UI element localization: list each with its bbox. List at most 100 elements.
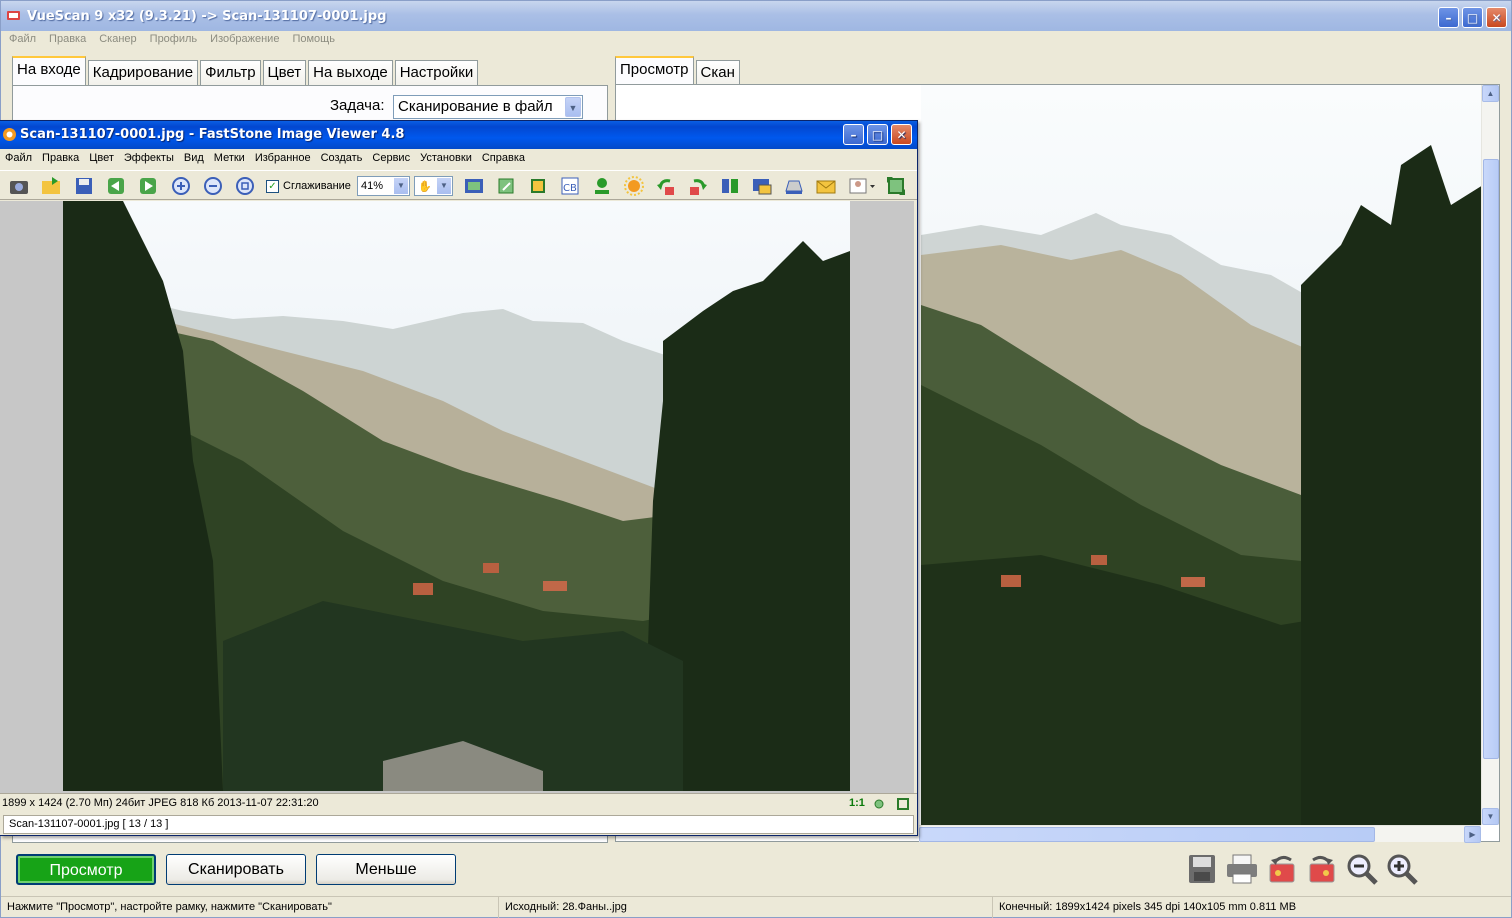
hand-icon: ✋: [418, 181, 432, 193]
save-icon[interactable]: [73, 175, 95, 197]
fs-maximize-button[interactable]: □: [867, 124, 888, 145]
faststone-image-view[interactable]: [0, 201, 914, 793]
status-output: Конечный: 1899x1424 pixels 345 dpi 140x1…: [999, 901, 1297, 913]
fullscreen-icon[interactable]: [885, 175, 907, 197]
actual-size-ratio[interactable]: 1:1: [849, 797, 865, 809]
fit-icon[interactable]: [872, 797, 886, 811]
right-tab-strip: Просмотр Скан: [615, 56, 742, 85]
fullscreen-icon[interactable]: [896, 797, 910, 811]
open-folder-icon[interactable]: [40, 175, 62, 197]
status-source: Исходный: 28.Фаны..jpg: [499, 897, 993, 918]
vertical-scroll-thumb[interactable]: [1483, 159, 1499, 759]
rotate-right-icon[interactable]: [687, 175, 709, 197]
minimize-button[interactable]: –: [1438, 7, 1459, 28]
faststone-menubar: Файл Правка Цвет Эффекты Вид Метки Избра…: [0, 149, 917, 169]
fs-menu-effects[interactable]: Эффекты: [119, 149, 179, 169]
preview-horizontal-scrollbar[interactable]: ▶: [919, 825, 1481, 843]
fs-menu-settings[interactable]: Установки: [415, 149, 477, 169]
vuescan-menubar: Файл Правка Сканер Профиль Изображение П…: [1, 31, 1511, 49]
scroll-down-icon[interactable]: ▼: [1482, 808, 1499, 825]
landscape-photo: [63, 201, 850, 791]
tab-color[interactable]: Цвет: [262, 60, 307, 85]
zoom-select[interactable]: 41% ▼: [357, 176, 410, 196]
menu-file[interactable]: Файл: [1, 31, 41, 49]
actual-size-icon[interactable]: [234, 175, 256, 197]
zoom-out-icon[interactable]: [202, 175, 224, 197]
left-tab-strip: На входе Кадрирование Фильтр Цвет На вых…: [12, 56, 480, 85]
chevron-down-icon[interactable]: ▼: [565, 97, 581, 117]
next-icon[interactable]: [137, 175, 159, 197]
tab-preview[interactable]: Просмотр: [615, 56, 694, 85]
vuescan-titlebar[interactable]: VueScan 9 x32 (9.3.21) -> Scan-131107-00…: [1, 1, 1511, 31]
zoom-out-icon[interactable]: [1345, 852, 1379, 886]
rotate-left-icon[interactable]: [1265, 852, 1299, 886]
fs-menu-file[interactable]: Файл: [0, 149, 37, 169]
contact-sheet-icon[interactable]: [848, 175, 876, 197]
camera-icon[interactable]: [8, 175, 30, 197]
smoothing-label: Сглаживание: [283, 180, 351, 192]
fs-menu-create[interactable]: Создать: [316, 149, 368, 169]
close-button[interactable]: ✕: [1486, 7, 1507, 28]
horizontal-scroll-thumb[interactable]: [919, 827, 1375, 842]
email-icon[interactable]: [815, 175, 837, 197]
tab-filter[interactable]: Фильтр: [200, 60, 261, 85]
tab-settings[interactable]: Настройки: [394, 60, 479, 85]
fs-menu-tags[interactable]: Метки: [209, 149, 250, 169]
wallpaper-icon[interactable]: [751, 175, 773, 197]
chevron-down-icon[interactable]: ▼: [437, 178, 451, 194]
stamp-icon[interactable]: [591, 175, 613, 197]
hand-tool-select[interactable]: ✋ ▼: [414, 176, 453, 196]
fs-menu-color[interactable]: Цвет: [84, 149, 119, 169]
chevron-down-icon[interactable]: ▼: [394, 178, 408, 194]
fs-menu-help[interactable]: Справка: [477, 149, 530, 169]
fs-minimize-button[interactable]: –: [843, 124, 864, 145]
preview-vertical-scrollbar[interactable]: ▲ ▼: [1481, 85, 1499, 825]
brightness-icon[interactable]: [623, 175, 645, 197]
menu-scanner[interactable]: Сканер: [91, 31, 141, 49]
tab-input[interactable]: На входе: [12, 56, 86, 85]
maximize-icon: □: [1466, 10, 1479, 25]
rotate-right-icon[interactable]: [1305, 852, 1339, 886]
fs-menu-view[interactable]: Вид: [179, 149, 209, 169]
menu-profile[interactable]: Профиль: [142, 31, 203, 49]
less-button[interactable]: Меньше: [316, 854, 456, 885]
fs-close-button[interactable]: ✕: [891, 124, 912, 145]
smoothing-checkbox[interactable]: ✓: [266, 180, 279, 193]
print-icon[interactable]: [1225, 852, 1259, 886]
vuescan-statusbar: Нажмите "Просмотр", настройте рамку, наж…: [1, 896, 1511, 918]
save-icon[interactable]: [1185, 852, 1219, 886]
zoom-in-icon[interactable]: [170, 175, 192, 197]
compare-icon[interactable]: [719, 175, 741, 197]
scroll-right-icon[interactable]: ▶: [1464, 826, 1481, 843]
menu-edit[interactable]: Правка: [41, 31, 91, 49]
minimize-icon: –: [850, 127, 857, 142]
previous-icon[interactable]: [105, 175, 127, 197]
fs-menu-favorites[interactable]: Избранное: [250, 149, 316, 169]
rotate-left-icon[interactable]: [655, 175, 677, 197]
tab-scan[interactable]: Скан: [695, 60, 740, 85]
faststone-window: Scan-131107-0001.jpg - FastStone Image V…: [0, 120, 918, 836]
slideshow-icon[interactable]: [463, 175, 485, 197]
resize-icon[interactable]: [495, 175, 517, 197]
fs-menu-edit[interactable]: Правка: [37, 149, 84, 169]
scroll-up-icon[interactable]: ▲: [1482, 85, 1499, 102]
scanner-icon[interactable]: [783, 175, 805, 197]
scan-button[interactable]: Сканировать: [166, 854, 306, 885]
window-title: VueScan 9 x32 (9.3.21) -> Scan-131107-00…: [27, 9, 387, 24]
task-select[interactable]: Сканирование в файл ▼: [393, 95, 583, 119]
menu-image[interactable]: Изображение: [202, 31, 284, 49]
faststone-file-status: Scan-131107-0001.jpg [ 13 / 13 ]: [3, 815, 914, 834]
image-info: 1899 x 1424 (2.70 Mп) 24бит JPEG 818 Кб …: [2, 797, 319, 809]
maximize-button[interactable]: □: [1462, 7, 1483, 28]
fs-menu-tools[interactable]: Сервис: [367, 149, 415, 169]
faststone-titlebar[interactable]: Scan-131107-0001.jpg - FastStone Image V…: [0, 121, 917, 149]
faststone-title: Scan-131107-0001.jpg - FastStone Image V…: [20, 127, 405, 142]
tab-output[interactable]: На выходе: [308, 60, 393, 85]
color-adjust-icon[interactable]: CB: [559, 175, 581, 197]
preview-button[interactable]: Просмотр: [16, 854, 156, 885]
maximize-icon: □: [871, 127, 884, 142]
menu-help[interactable]: Помощь: [284, 31, 340, 49]
zoom-in-icon[interactable]: [1385, 852, 1419, 886]
tab-crop[interactable]: Кадрирование: [87, 60, 199, 85]
crop-icon[interactable]: [527, 175, 549, 197]
